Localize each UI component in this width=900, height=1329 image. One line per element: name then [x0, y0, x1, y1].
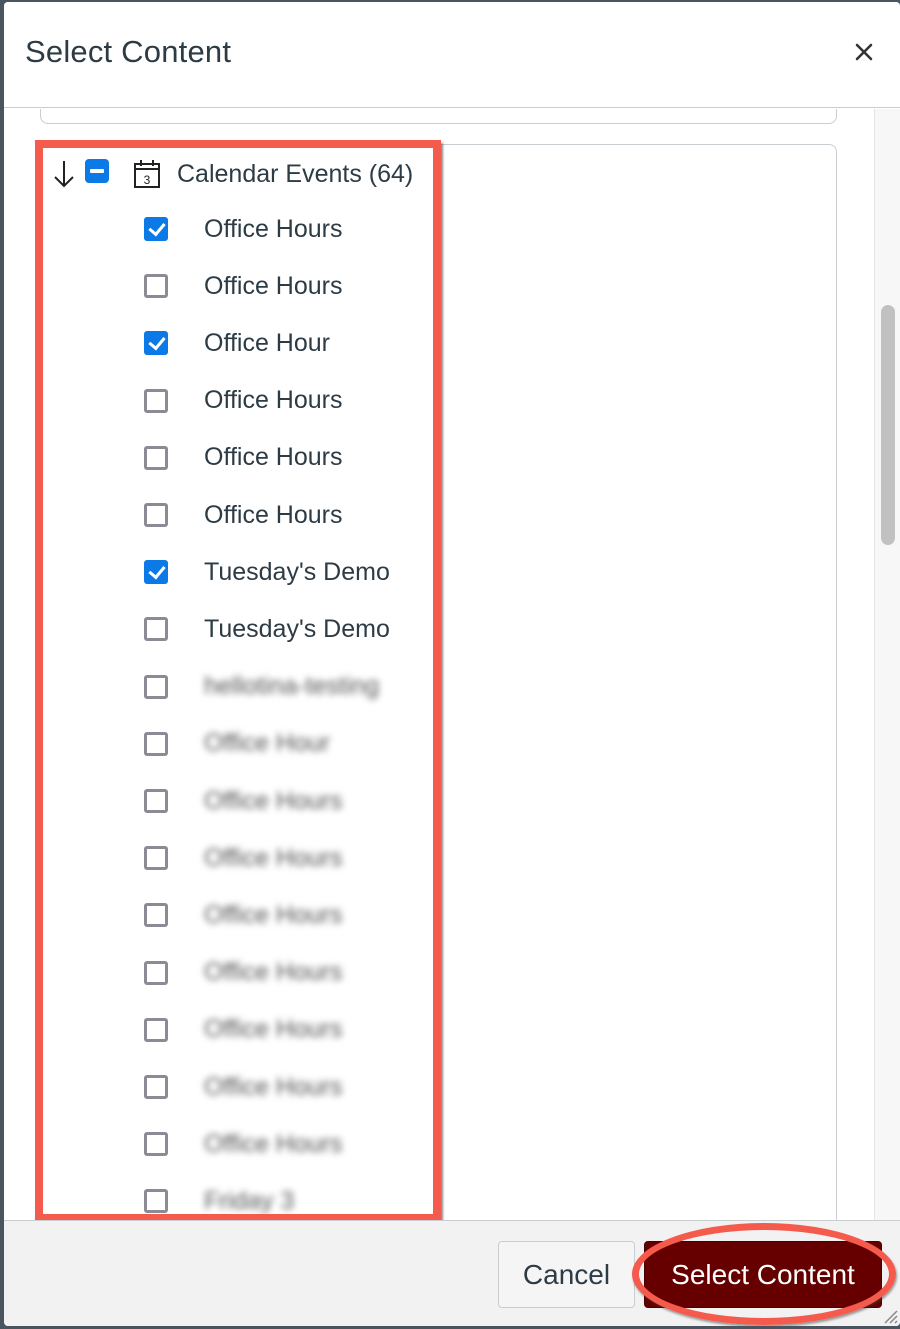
select-content-button[interactable]: Select Content — [644, 1241, 882, 1308]
close-icon[interactable] — [852, 40, 876, 64]
scrollbar[interactable] — [874, 109, 900, 1220]
dialog-body: 3 Calendar Events (64) Office Hours Offic… — [4, 109, 900, 1220]
cancel-button[interactable]: Cancel — [498, 1241, 635, 1308]
dialog-title: Select Content — [25, 34, 232, 69]
previous-section-box — [40, 109, 837, 124]
dialog-header: Select Content — [4, 2, 900, 108]
resize-grip-icon[interactable] — [880, 1306, 898, 1324]
dialog-footer: Cancel Select Content — [4, 1220, 900, 1326]
annotation-highlight-box — [35, 140, 441, 1220]
select-content-dialog: Select Content 3 Calendar Events (64) Of… — [4, 2, 900, 1326]
scrollbar-thumb[interactable] — [881, 305, 895, 545]
